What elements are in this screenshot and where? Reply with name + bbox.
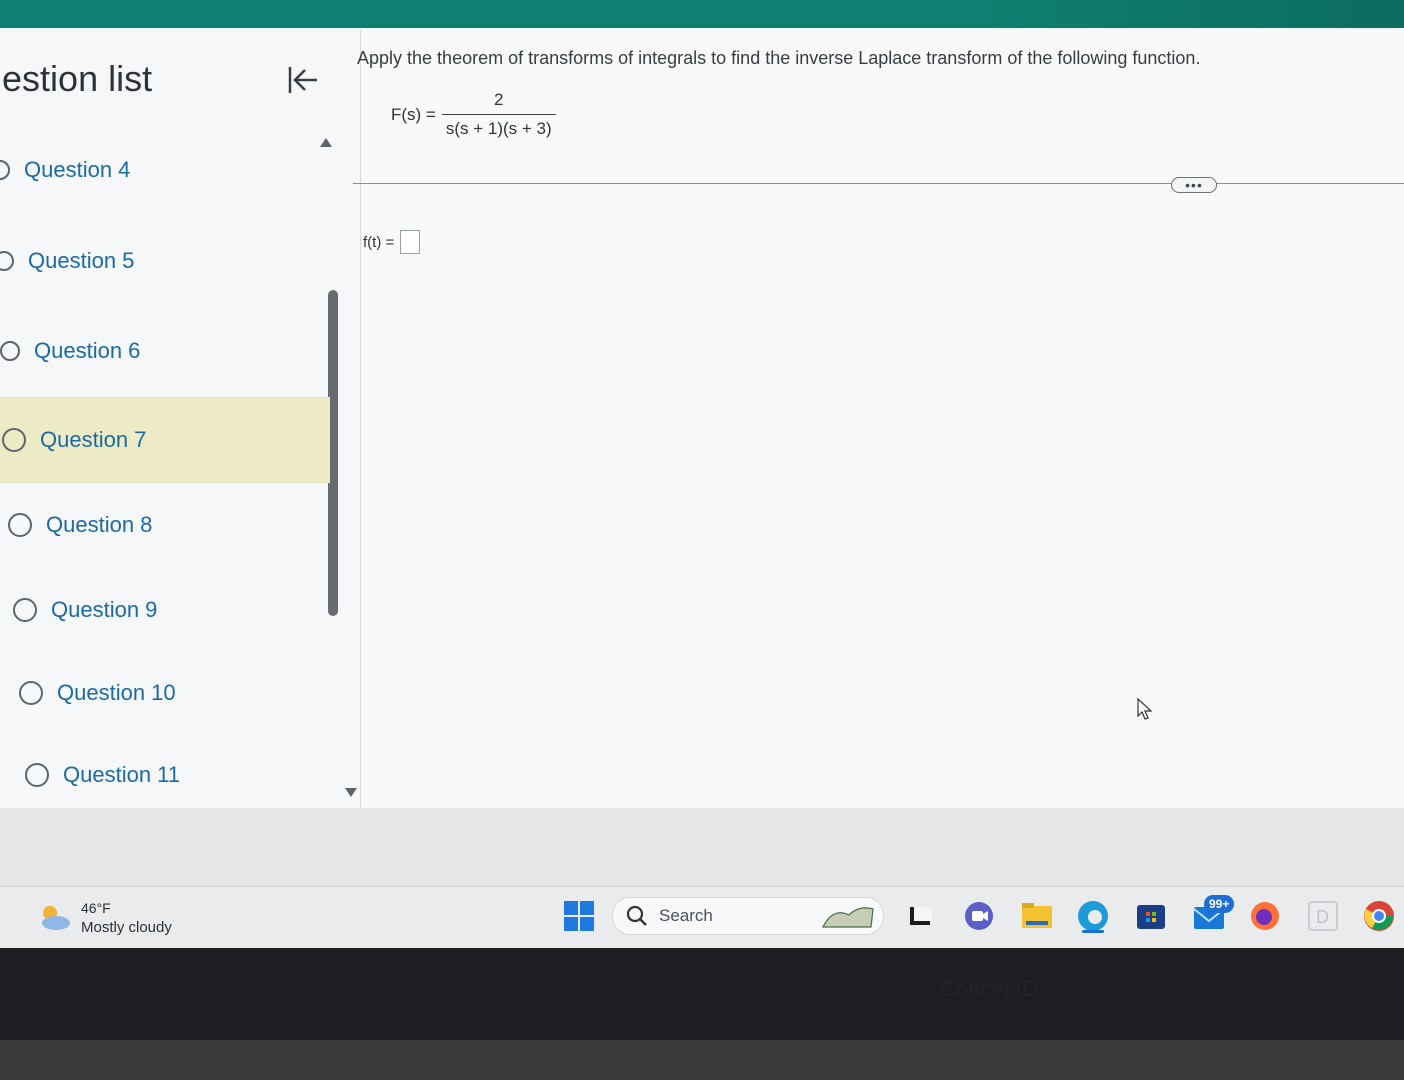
question-item-11[interactable]: Question 11 bbox=[0, 735, 330, 815]
question-label: Question 10 bbox=[57, 680, 176, 705]
answer-label: f(t) = bbox=[363, 233, 395, 251]
question-item-5[interactable]: Question 5 bbox=[0, 221, 330, 301]
scroll-down-arrow-icon[interactable] bbox=[345, 788, 357, 797]
function-lhs: F(s) = bbox=[391, 104, 436, 124]
question-item-8[interactable]: Question 8 bbox=[0, 485, 330, 565]
question-label: Question 8 bbox=[46, 512, 153, 537]
screen: uestion list Question 4 Question 5 Quest… bbox=[0, 0, 1404, 948]
answer-row: f(t) = bbox=[363, 230, 421, 254]
collapse-left-icon bbox=[288, 67, 317, 93]
radio-circle-icon bbox=[0, 341, 20, 361]
question-content: Apply the theorem of transforms of integ… bbox=[353, 30, 1404, 808]
top-bar bbox=[0, 0, 1404, 28]
mail-badge: 99+ bbox=[1204, 895, 1235, 913]
question-list-title: uestion list bbox=[0, 58, 153, 99]
footer-area bbox=[0, 808, 1404, 886]
collapse-panel-button[interactable] bbox=[282, 60, 322, 100]
question-label: Question 9 bbox=[51, 597, 158, 622]
question-label: Question 11 bbox=[63, 762, 181, 787]
chrome-icon[interactable] bbox=[1362, 899, 1396, 933]
question-label: Question 6 bbox=[34, 338, 141, 363]
given-function: F(s) = 2 s(s + 1)(s + 3) bbox=[391, 90, 556, 139]
radio-circle-icon bbox=[8, 513, 32, 537]
fraction-numerator: 2 bbox=[494, 90, 504, 109]
fraction-denominator: s(s + 1)(s + 3) bbox=[441, 114, 556, 139]
taskbar: 46°F Mostly cloudy Search 99+ D bbox=[0, 886, 1404, 948]
svg-text:D: D bbox=[1316, 907, 1329, 927]
windows-start-icon[interactable] bbox=[562, 899, 596, 933]
weather-cloud-icon bbox=[42, 906, 70, 930]
question-item-10[interactable]: Question 10 bbox=[0, 653, 330, 733]
question-label: Question 7 bbox=[40, 427, 147, 452]
radio-circle-icon bbox=[0, 251, 14, 271]
question-item-4[interactable]: Question 4 bbox=[0, 130, 330, 210]
radio-circle-icon bbox=[19, 681, 43, 705]
taskbar-search[interactable]: Search bbox=[612, 897, 884, 935]
question-label: Question 5 bbox=[28, 248, 135, 273]
question-item-7[interactable]: Question 7 bbox=[0, 397, 330, 483]
task-view-icon[interactable] bbox=[904, 899, 938, 933]
file-explorer-icon[interactable] bbox=[1020, 899, 1054, 933]
edge-browser-icon[interactable] bbox=[1076, 899, 1110, 933]
question-prompt: Apply the theorem of transforms of integ… bbox=[357, 48, 1201, 68]
question-item-9[interactable]: Question 9 bbox=[0, 570, 330, 650]
weather-temperature: 46°F bbox=[81, 900, 111, 916]
section-divider bbox=[353, 183, 1404, 184]
laptop-bezel bbox=[0, 1040, 1404, 1080]
search-highlight-icon bbox=[822, 907, 874, 928]
search-label: Search bbox=[659, 906, 713, 925]
question-label: Question 4 bbox=[24, 157, 131, 182]
dell-app-icon[interactable]: D bbox=[1306, 899, 1340, 933]
store-icon[interactable] bbox=[1134, 899, 1168, 933]
weather-description: Mostly cloudy bbox=[81, 919, 172, 936]
radio-circle-icon bbox=[2, 428, 26, 452]
video-chat-icon[interactable] bbox=[962, 899, 996, 933]
answer-input[interactable] bbox=[400, 230, 421, 254]
bezel-brand-text: ConceptD bbox=[940, 976, 1038, 1001]
firefox-icon[interactable] bbox=[1248, 899, 1282, 933]
fraction: 2 s(s + 1)(s + 3) bbox=[441, 90, 556, 139]
radio-circle-icon bbox=[13, 598, 37, 622]
radio-circle-icon bbox=[25, 763, 49, 787]
expand-more-button[interactable]: ••• bbox=[1171, 177, 1217, 193]
search-icon bbox=[626, 905, 647, 926]
mouse-cursor-icon bbox=[1137, 698, 1153, 720]
question-list-panel: uestion list Question 4 Question 5 Quest… bbox=[0, 30, 361, 808]
question-item-6[interactable]: Question 6 bbox=[0, 311, 330, 391]
radio-circle-icon bbox=[0, 160, 10, 180]
